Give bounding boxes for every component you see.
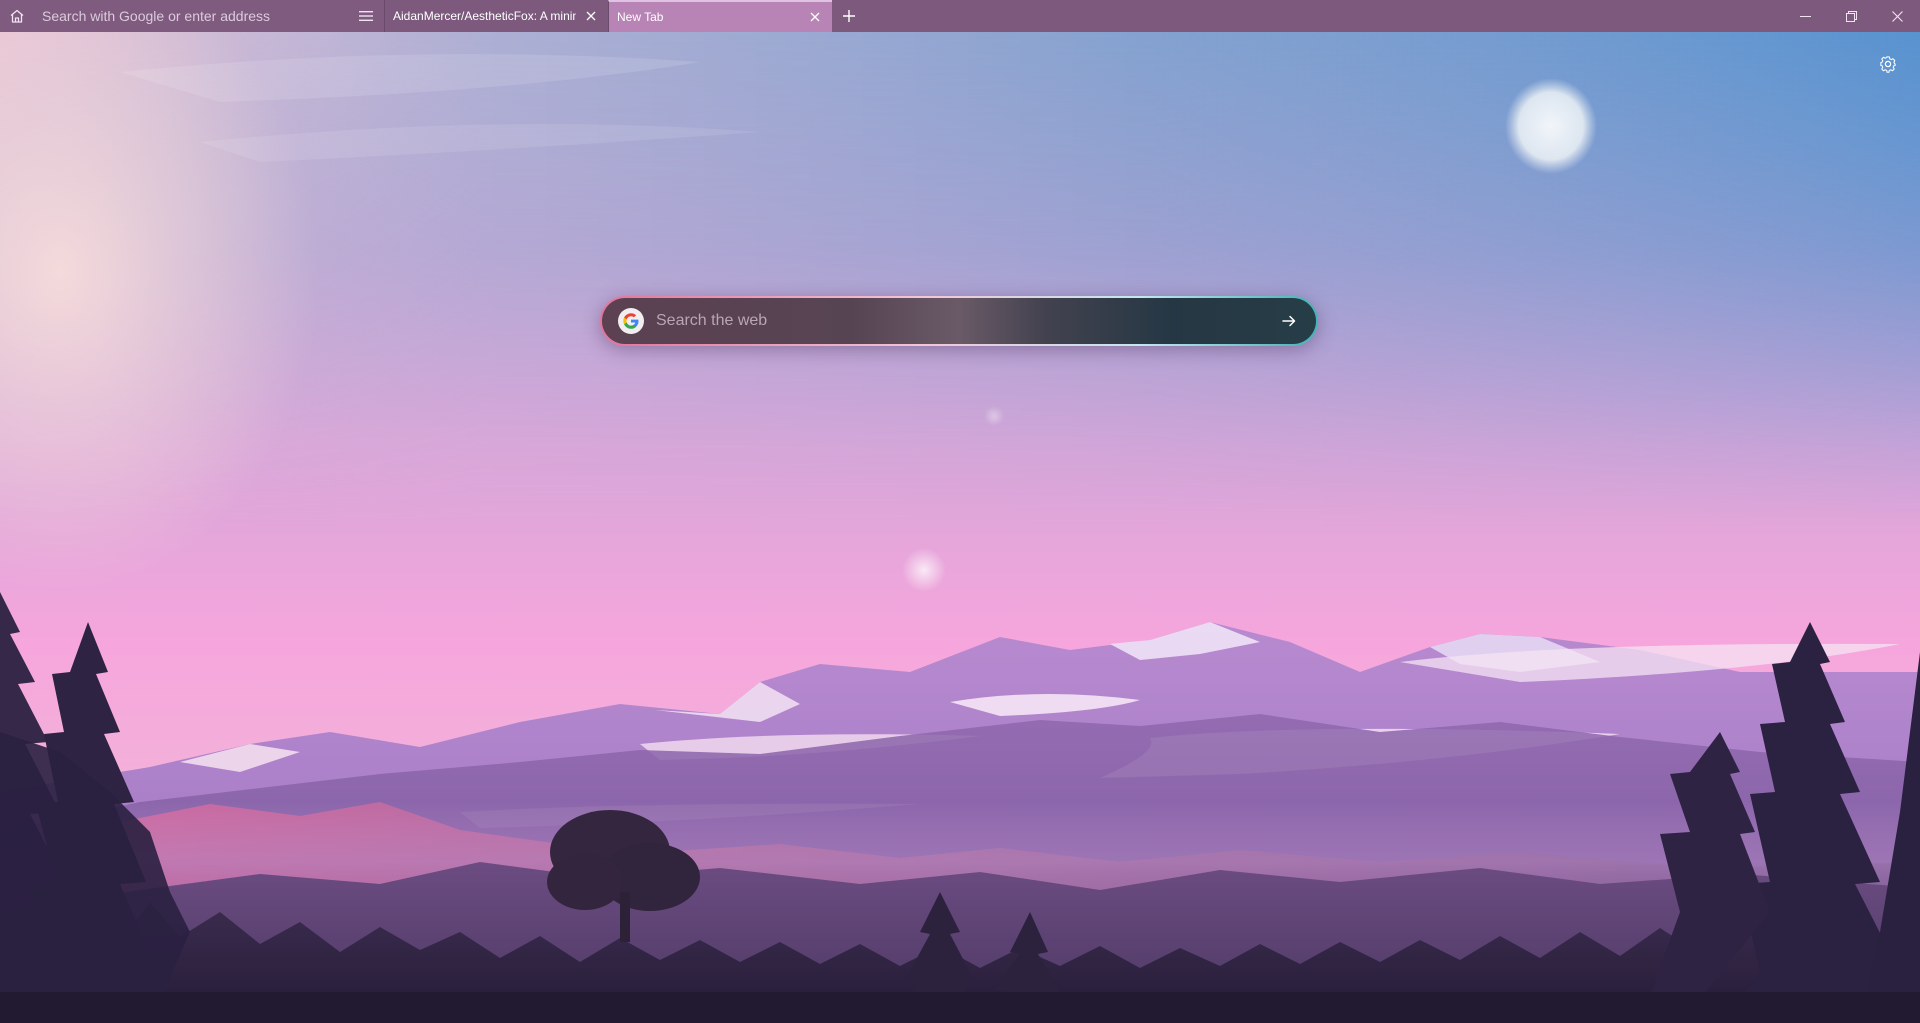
web-search-input[interactable] <box>644 301 1276 341</box>
tab-title: New Tab <box>617 10 664 24</box>
tab-new-tab[interactable]: New Tab <box>608 0 832 32</box>
settings-button[interactable] <box>1876 52 1900 76</box>
home-icon <box>9 8 25 24</box>
url-bar <box>0 0 384 32</box>
tab-strip-spacer[interactable] <box>866 0 1782 32</box>
menu-button[interactable] <box>348 0 384 32</box>
search-box <box>600 296 1318 346</box>
close-icon <box>810 12 820 22</box>
arrow-right-icon <box>1281 313 1297 329</box>
tab-aestheticfox[interactable]: AidanMercer/AestheticFox: A minimal <box>384 0 608 32</box>
search-submit-button[interactable] <box>1276 308 1302 334</box>
browser-window: AidanMercer/AestheticFox: A minimal New … <box>0 0 1920 1023</box>
close-icon <box>1891 10 1903 22</box>
minimize-icon <box>1799 11 1811 22</box>
tab-close-button[interactable] <box>582 7 600 25</box>
google-icon[interactable] <box>618 308 644 334</box>
search-box-inner <box>602 298 1316 344</box>
new-tab-button[interactable] <box>832 0 866 32</box>
close-icon <box>586 11 596 21</box>
tab-title: AidanMercer/AestheticFox: A minimal <box>393 9 576 23</box>
hamburger-menu-icon <box>359 10 373 22</box>
address-input[interactable] <box>34 2 348 30</box>
minimize-button[interactable] <box>1782 0 1828 32</box>
window-close-button[interactable] <box>1874 0 1920 32</box>
restore-icon <box>1845 10 1857 22</box>
browser-toolbar: AidanMercer/AestheticFox: A minimal New … <box>0 0 1920 32</box>
home-button[interactable] <box>0 0 34 32</box>
restore-button[interactable] <box>1828 0 1874 32</box>
plus-icon <box>842 9 856 23</box>
tab-close-button[interactable] <box>806 8 824 26</box>
wallpaper-landscape <box>0 32 1920 1023</box>
gear-icon <box>1879 55 1897 73</box>
